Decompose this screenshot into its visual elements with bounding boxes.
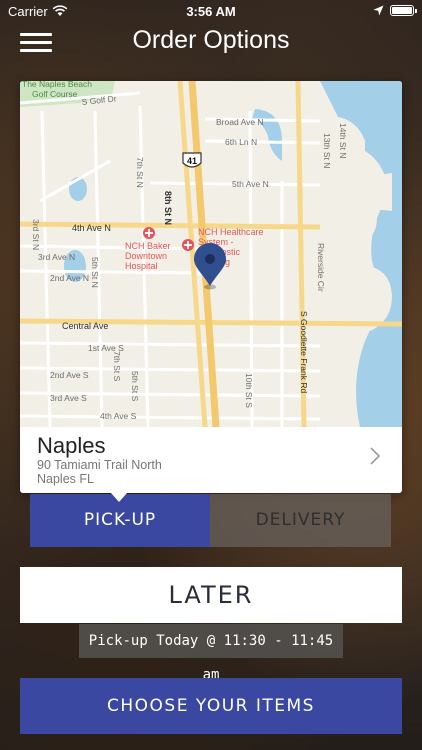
- map-svg: 41 The Naples Beach Golf Course S Golf D…: [20, 81, 402, 427]
- delivery-tab[interactable]: DELIVERY: [210, 494, 391, 547]
- map-label-7th-st-s: 7th St S: [112, 351, 122, 382]
- location-arrow-icon: [373, 5, 384, 16]
- highway-shield-label: 41: [187, 156, 197, 166]
- battery-icon: [390, 5, 417, 16]
- map-label-2nd-ave-s: 2nd Ave S: [50, 370, 89, 380]
- map-label-riverside: Riverside Cir: [316, 243, 326, 292]
- card-pointer: [111, 493, 127, 502]
- map-label-goodlette: S Goodlette Frank Rd: [299, 311, 309, 393]
- map-label-5th-st-s: 5th St S: [130, 371, 140, 402]
- store-map[interactable]: 41 The Naples Beach Golf Course S Golf D…: [20, 81, 402, 427]
- chevron-right-icon[interactable]: [370, 447, 380, 465]
- map-label-central-ave: Central Ave: [62, 321, 108, 331]
- status-bar: Carrier 3:56 AM: [0, 0, 422, 22]
- location-card[interactable]: 41 The Naples Beach Golf Course S Golf D…: [20, 81, 402, 493]
- map-label-3rd-st: 3rd St N: [31, 219, 41, 250]
- map-label-7th-st: 7th St N: [135, 157, 145, 188]
- map-label-5th-ave: 5th Ave N: [232, 179, 269, 189]
- map-label-2nd-ave: 2nd Ave N: [50, 273, 89, 283]
- status-time: 3:56 AM: [186, 4, 236, 19]
- page-title: Order Options: [132, 26, 290, 54]
- map-label-3rd-ave: 3rd Ave N: [38, 252, 75, 262]
- map-label-10th-st-s: 10th St S: [244, 373, 254, 408]
- choose-items-button[interactable]: CHOOSE YOUR ITEMS: [20, 678, 402, 734]
- location-address-line2: Naples FL: [37, 472, 94, 486]
- map-label-3rd-ave-s: 3rd Ave S: [50, 393, 87, 403]
- location-address-line1: 90 Tamiami Trail North: [37, 458, 162, 472]
- map-label-5th-st: 5th St N: [90, 257, 100, 288]
- map-label-broad-ave: Broad Ave N: [216, 117, 264, 127]
- map-label-8th-st: 8th St N: [163, 191, 173, 225]
- later-button[interactable]: LATER: [20, 567, 402, 623]
- map-label-13th-st: 13th St N: [322, 133, 332, 168]
- order-type-toggle: PICK-UP DELIVERY: [30, 494, 391, 547]
- location-name: Naples: [37, 433, 106, 458]
- map-label-6th-ln: 6th Ln N: [225, 137, 257, 147]
- pickup-time-label: Pick-up Today @ 11:30 - 11:45 am: [79, 624, 343, 683]
- map-label-4th-ave-s: 4th Ave S: [100, 411, 137, 421]
- map-label-14th-st: 14th St N: [338, 123, 348, 158]
- map-label-4th-ave: 4th Ave N: [72, 223, 111, 233]
